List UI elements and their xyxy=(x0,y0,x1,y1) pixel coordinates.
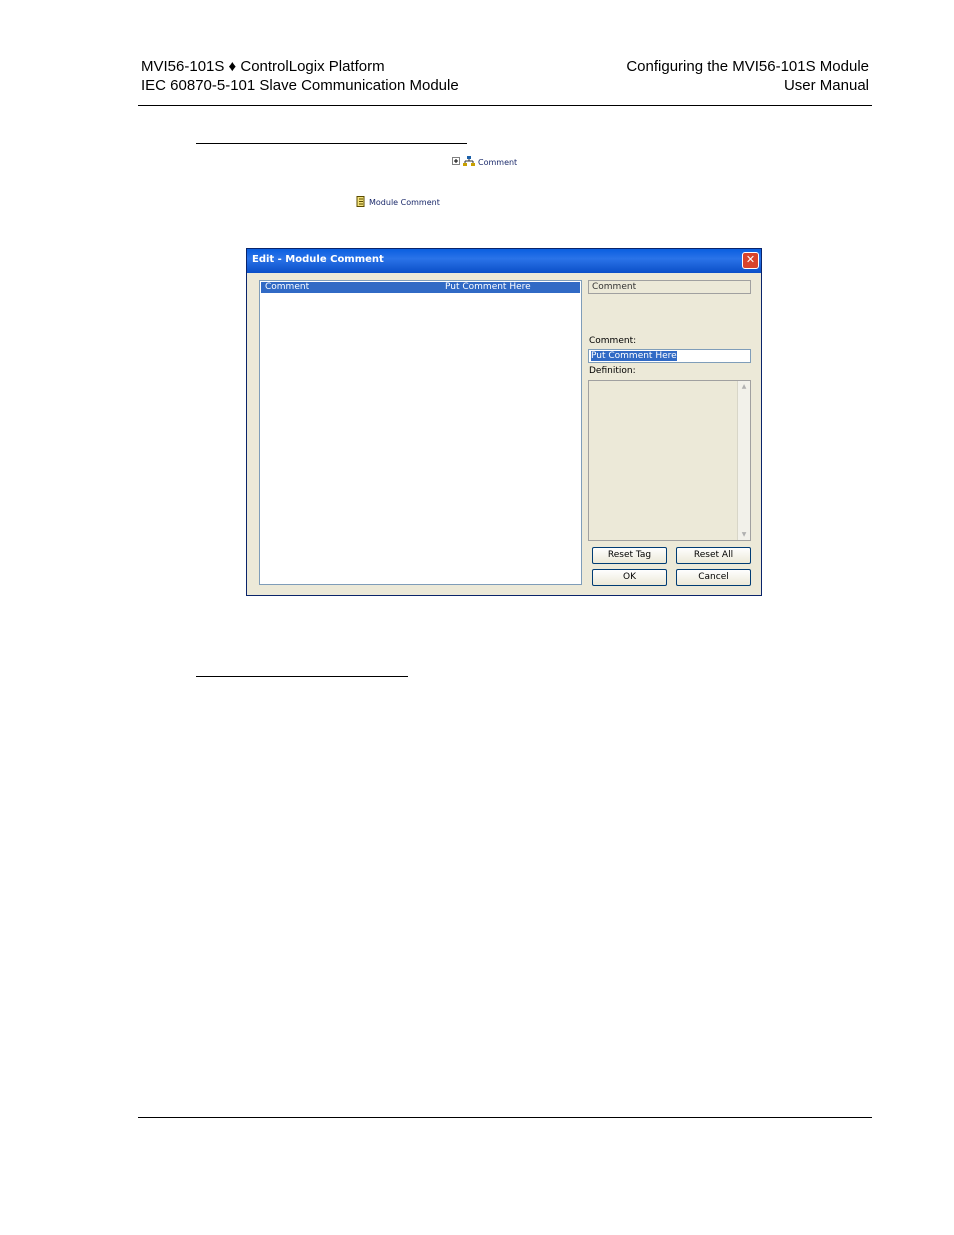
expand-icon xyxy=(452,157,460,167)
header-product: MVI56-101S ♦ ControlLogix Platform xyxy=(141,58,385,75)
list-item-value: Put Comment Here xyxy=(445,282,531,292)
close-icon: ✕ xyxy=(745,253,756,266)
scroll-up-icon[interactable]: ▲ xyxy=(738,383,750,390)
header-manual: User Manual xyxy=(783,77,869,94)
tree-item-comment-label: Comment xyxy=(478,157,518,167)
header-right: Configuring the MVI56-101S Module User M… xyxy=(626,57,869,95)
dialog-title: Edit - Module Comment xyxy=(252,254,384,265)
header-chapter: Configuring the MVI56-101S Module xyxy=(626,58,869,75)
header-rule xyxy=(138,105,872,106)
header-left: MVI56-101S ♦ ControlLogix Platform IEC 6… xyxy=(141,57,459,95)
header-subtitle: IEC 60870-5-101 Slave Communication Modu… xyxy=(141,77,459,94)
reset-tag-button[interactable]: Reset Tag xyxy=(592,547,667,564)
scroll-down-icon[interactable]: ▼ xyxy=(738,531,750,538)
definition-label: Definition: xyxy=(589,366,636,376)
tag-name-field: Comment xyxy=(588,280,751,294)
section-underline-2 xyxy=(196,676,408,677)
ok-button[interactable]: OK xyxy=(592,569,667,586)
tree-item-module-comment: Module Comment xyxy=(356,196,440,209)
close-button[interactable]: ✕ xyxy=(742,252,759,269)
comment-input-value: Put Comment Here xyxy=(591,351,677,361)
list-item[interactable]: Comment Put Comment Here xyxy=(261,282,580,293)
definition-textarea[interactable]: ▲ ▼ xyxy=(588,380,751,541)
dialog-titlebar[interactable]: Edit - Module Comment ✕ xyxy=(247,249,761,273)
comment-label: Comment: xyxy=(589,336,637,346)
module-icon xyxy=(356,196,366,209)
edit-module-comment-dialog: Edit - Module Comment ✕ Comment Put Comm… xyxy=(246,248,762,596)
reset-all-button[interactable]: Reset All xyxy=(676,547,751,564)
section-underline xyxy=(196,143,467,144)
cancel-button[interactable]: Cancel xyxy=(676,569,751,586)
tree-item-module-comment-label: Module Comment xyxy=(369,198,440,207)
comment-input[interactable]: Put Comment Here xyxy=(588,349,751,363)
network-icon xyxy=(463,156,475,168)
tree-item-comment: Comment xyxy=(452,156,517,168)
comment-list[interactable]: Comment Put Comment Here xyxy=(259,280,582,585)
definition-scrollbar[interactable]: ▲ ▼ xyxy=(737,381,750,540)
footer-rule xyxy=(138,1117,872,1118)
list-item-name: Comment xyxy=(265,282,310,292)
